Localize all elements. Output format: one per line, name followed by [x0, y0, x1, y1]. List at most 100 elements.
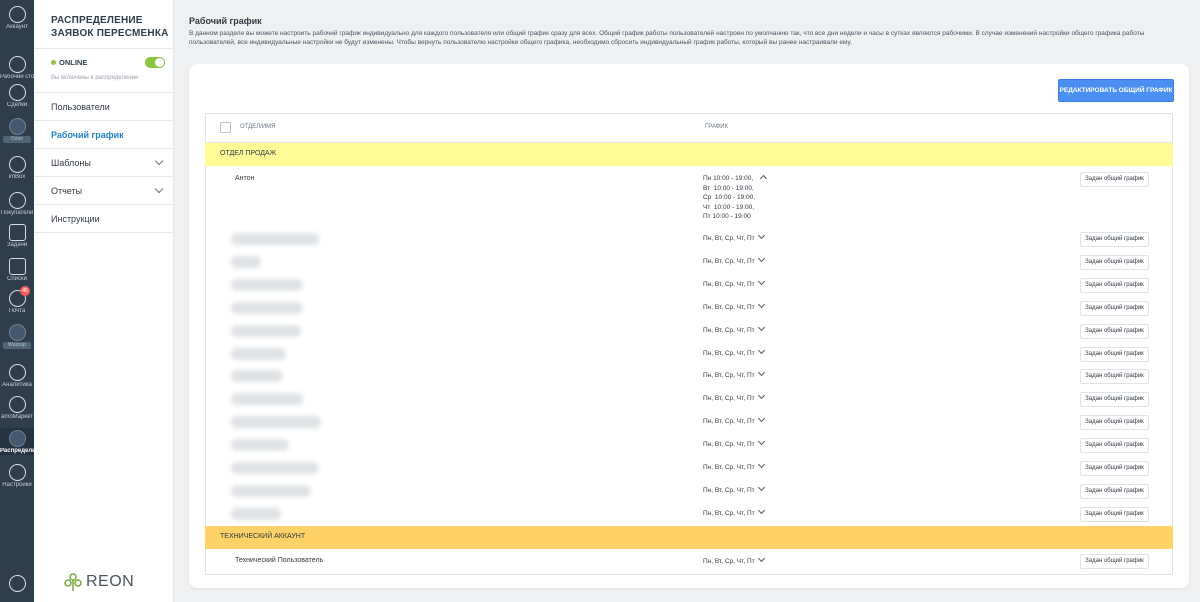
rail-item-desktop[interactable]: Рабочий стол: [0, 54, 34, 81]
list-icon: [8, 258, 26, 275]
chevron-down-icon[interactable]: [757, 231, 765, 240]
status-button[interactable]: Задан общий график: [1080, 483, 1149, 499]
chevron-down-icon[interactable]: [757, 300, 765, 308]
schedule-summary[interactable]: Пн, Вт, Ср, Чт, Пт: [703, 392, 765, 403]
app-sidebar: Распределение заявок пересменка ONLINE В…: [34, 0, 174, 602]
status-button[interactable]: Задан общий график: [1080, 438, 1149, 454]
rail-item-lists[interactable]: Списки: [0, 256, 34, 283]
chevron-down-icon[interactable]: [757, 346, 765, 354]
edit-common-schedule-button[interactable]: Редактировать общий график: [1058, 79, 1174, 102]
chevron-down-icon[interactable]: [757, 392, 765, 400]
sidebar-item-2[interactable]: Шаблоны: [34, 149, 174, 177]
rail-item-amomarket[interactable]: amoМаркет: [0, 394, 34, 421]
rail-item-wazzup[interactable]: Wazzup: [0, 322, 34, 349]
schedule-summary[interactable]: Пн, Вт, Ср, Чт, Пт: [703, 231, 765, 242]
rail-item-ozon[interactable]: Ozon: [0, 116, 34, 143]
chat-icon: [8, 156, 26, 173]
chevron-down-icon[interactable]: [757, 438, 765, 446]
status-button[interactable]: Задан общий график: [1080, 277, 1149, 293]
online-toggle[interactable]: [145, 57, 165, 68]
schedule-summary[interactable]: Пн, Вт, Ср, Чт, Пт: [703, 415, 765, 425]
ozon-icon: [8, 118, 26, 135]
help-icon: [8, 575, 26, 592]
status-button[interactable]: Задан общий график: [1080, 254, 1149, 270]
status-button[interactable]: Задан общий график: [1080, 461, 1149, 476]
status-button[interactable]: Задан общий график: [1080, 506, 1149, 522]
rail-help[interactable]: [0, 575, 34, 593]
schedule-summary[interactable]: Пн, Вт, Ср, Чт, Пт: [703, 554, 765, 565]
chevron-down-icon[interactable]: [757, 415, 765, 423]
schedule-days-text: Пн, Вт, Ср, Чт, Пт: [703, 509, 755, 517]
rail-item-deals[interactable]: Сделки: [0, 82, 34, 109]
rail-item-inbox[interactable]: imBox: [0, 154, 34, 181]
status-button[interactable]: Задан общий график: [1080, 300, 1149, 316]
rail-item-account[interactable]: Аккаунт: [0, 4, 34, 31]
schedule-summary[interactable]: Пн, Вт, Ср, Чт, Пт: [703, 300, 765, 311]
status-button[interactable]: Задан общий график: [1080, 554, 1149, 569]
schedule-days-text: Пн, Вт, Ср, Чт, Пт: [703, 280, 755, 288]
chevron-down-icon[interactable]: [757, 254, 765, 262]
schedule-summary[interactable]: Пн, Вт, Ср, Чт, Пт: [703, 460, 765, 471]
status-button[interactable]: Задан общий график: [1080, 369, 1149, 385]
rail-item-mail[interactable]: Почта 45: [0, 286, 34, 315]
schedule-day: Ср 10:00 - 19:00,: [703, 194, 756, 201]
status-button[interactable]: Задан общий график: [1080, 415, 1149, 431]
wazzup-icon: [8, 324, 26, 341]
rail-item-tasks[interactable]: Задачи: [0, 222, 34, 249]
schedule-day: Пн 10:00 - 19:00,: [703, 175, 754, 182]
schedule-summary[interactable]: Пн, Вт, Ср, Чт, Пт: [703, 506, 765, 517]
chevron-down-icon[interactable]: [757, 506, 765, 514]
schedule-summary[interactable]: Пн, Вт, Ср, Чт, Пт: [703, 277, 765, 288]
schedule-summary[interactable]: Пн, Вт, Ср, Чт, Пт: [703, 369, 765, 379]
chevron-down-icon[interactable]: [757, 277, 765, 285]
schedule-days-text: Пн, Вт, Ср, Чт, Пт: [703, 395, 755, 403]
group-row: Отдел продаж: [205, 143, 1173, 166]
user-name-redacted: [231, 416, 321, 429]
unread-badge: 45: [20, 286, 30, 296]
status-button[interactable]: Задан общий график: [1080, 323, 1149, 339]
rail-item-buyers[interactable]: Покупатели: [0, 190, 34, 217]
sidebar-item-3[interactable]: Отчеты: [34, 177, 174, 205]
schedule-day: Чт 10:00 - 19:00,: [703, 203, 755, 211]
schedule-summary[interactable]: Пн, Вт, Ср, Чт, Пт: [703, 323, 765, 334]
chevron-down-icon[interactable]: [757, 369, 765, 377]
schedule-days-text: Пн, Вт, Ср, Чт, Пт: [703, 464, 755, 471]
rail-item-analytics[interactable]: Аналитика: [0, 362, 34, 389]
user-name-redacted: [231, 439, 289, 452]
rail-item-label: Покупатели: [0, 210, 34, 216]
user-name: Технический Пользователь: [235, 557, 324, 564]
chevron-down-icon[interactable]: [757, 323, 765, 331]
status-button[interactable]: Задан общий график: [1080, 232, 1149, 247]
rail-item-settings[interactable]: Настройки: [0, 462, 34, 489]
sidebar-item-label: Инструкции: [51, 214, 100, 224]
status-button[interactable]: Задан общий график: [1080, 346, 1149, 362]
page-title: Рабочий график: [189, 16, 262, 26]
status-button[interactable]: Задан общий график: [1080, 392, 1149, 408]
rail-item-distrib[interactable]: Распредели: [0, 428, 34, 455]
status-button[interactable]: Задан общий график: [1080, 172, 1149, 187]
schedule-days-text: Пн, Вт, Ср, Чт, Пт: [703, 558, 755, 565]
sidebar-item-4[interactable]: Инструкции: [34, 205, 174, 233]
check-icon: [8, 224, 26, 241]
schedule-summary[interactable]: Пн, Вт, Ср, Чт, Пт: [703, 483, 765, 494]
sidebar-item-1[interactable]: Рабочий график: [34, 121, 174, 149]
schedule-summary[interactable]: Пн, Вт, Ср, Чт, Пт: [703, 346, 765, 357]
sidebar-item-0[interactable]: Пользователи: [34, 93, 174, 121]
chevron-down-icon[interactable]: [757, 554, 765, 563]
user-name-redacted: [231, 347, 286, 360]
rail-item-label: Аккаунт: [6, 24, 28, 30]
schedule-summary[interactable]: Пн, Вт, Ср, Чт, Пт: [703, 438, 765, 448]
chevron-up-icon[interactable]: [759, 174, 768, 183]
chevron-down-icon[interactable]: [154, 184, 164, 194]
chevron-down-icon[interactable]: [757, 483, 765, 491]
user-name-redacted: [231, 301, 303, 314]
schedule-summary[interactable]: Пн, Вт, Ср, Чт, Пт: [703, 254, 765, 265]
account-icon: [8, 6, 26, 23]
schedule-days-text: Пн, Вт, Ср, Чт, Пт: [703, 486, 755, 494]
select-all-checkbox[interactable]: [220, 122, 231, 133]
column-header-dept: Отдел/Имя: [240, 124, 276, 130]
chevron-down-icon[interactable]: [757, 460, 765, 469]
rail-item-label: Задачи: [6, 242, 28, 248]
user-name-redacted: [231, 233, 319, 245]
chevron-down-icon[interactable]: [154, 156, 164, 166]
